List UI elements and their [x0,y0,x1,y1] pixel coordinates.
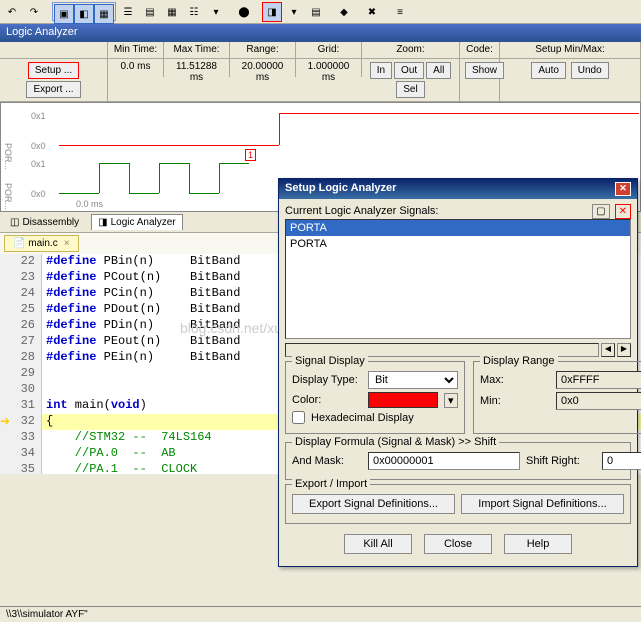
code-hdr: Code: [460,42,500,58]
formula-group: Display Formula (Signal & Mask) >> Shift… [285,442,631,480]
redo-icon[interactable]: ↷ [24,2,44,22]
list-icon[interactable]: ☷ [184,2,204,22]
display-type-label: Display Type: [292,374,362,386]
y2: 0x1 [31,159,46,169]
shift-label: Shift Right: [526,455,596,467]
undo-icon[interactable]: ↶ [2,2,22,22]
tile-v-icon[interactable]: ▤ [140,2,160,22]
shift-input[interactable] [602,452,641,470]
zoom-all-button[interactable]: All [426,62,451,79]
dialog-title-bar[interactable]: Setup Logic Analyzer ✕ [279,179,637,199]
disasm-icon: ◫ [10,217,19,228]
color-label: Color: [292,394,362,406]
setup-button[interactable]: Setup ... [28,62,79,79]
signal-display-title: Signal Display [292,355,368,367]
help-button[interactable]: Help [504,534,572,554]
tile-h-icon[interactable]: ☰ [118,2,138,22]
analyze-icon[interactable]: ◨ [262,2,282,22]
grid-hdr: Grid: [296,42,362,58]
range-val: 20.00000 ms [230,59,296,77]
y0: 0x1 [31,111,46,121]
marker-1: 1 [245,149,256,161]
tile-icon[interactable]: ▦ [94,4,114,24]
file-tab-main[interactable]: 📄 main.c× [4,235,79,252]
show-button[interactable]: Show [465,62,504,79]
scroll-left-icon[interactable]: ◀ [601,343,615,357]
color-picker[interactable] [368,392,438,408]
min-time-val: 0.0 ms [108,59,164,77]
export-import-group: Export / Import Export Signal Definition… [285,484,631,524]
dialog-title: Setup Logic Analyzer [285,182,396,196]
tab-disassembly[interactable]: ◫Disassembly [4,214,85,230]
close-icon[interactable]: × [64,238,70,249]
zoom-hdr: Zoom: [362,42,460,58]
info-values: Setup ... Export ... 0.0 ms 11.51288 ms … [0,59,641,102]
display-range-group: Display Range Max: Min: [473,361,641,434]
range-hdr: Range: [230,42,296,58]
chart-icon[interactable]: ▤ [306,2,326,22]
y1: 0x0 [31,141,46,151]
port1-label: POR... [3,143,13,170]
max-input [556,371,641,389]
color-dd-icon[interactable]: ▾ [444,393,458,408]
dd1-icon[interactable]: ▾ [206,2,226,22]
hex-checkbox[interactable] [292,411,305,424]
list-item[interactable]: PORTA [286,220,630,236]
main-toolbar: ↶ ↷ ▣ ◧ ▦ ☰ ▤ ▦ ☷ ▾ ⬤ ◨ ▾ ▤ ◆ ✖ ≡ [0,0,641,24]
zoom-out-button[interactable]: Out [394,62,424,79]
analyzer-title: Logic Analyzer [6,26,78,38]
max-time-val: 11.51288 ms [164,59,230,77]
max-label: Max: [480,374,550,386]
signal-display-group: Signal Display Display Type: Bit Color: … [285,361,465,434]
zoom-sel-button[interactable]: Sel [396,81,424,98]
and-mask-label: And Mask: [292,455,362,467]
undo-button[interactable]: Undo [571,62,609,79]
min-label: Min: [480,395,550,407]
and-mask-input[interactable] [368,452,520,470]
export-button[interactable]: Export ... [26,81,80,98]
list-item[interactable]: PORTA [286,236,630,252]
bug-icon[interactable]: ◆ [334,2,354,22]
close-icon[interactable]: ✕ [615,182,631,196]
sort-icon[interactable]: ≡ [390,2,410,22]
tab-logic-analyzer[interactable]: ◨Logic Analyzer [91,214,183,230]
hex-label: Hexadecimal Display [311,412,414,424]
max-time-hdr: Max Time: [164,42,230,58]
info-header: Min Time: Max Time: Range: Grid: Zoom: C… [0,42,641,59]
x0: 0.0 ms [76,199,103,209]
export-import-title: Export / Import [292,478,370,490]
close-button[interactable]: Close [424,534,492,554]
cascade-icon[interactable]: ◧ [74,4,94,24]
auto-button[interactable]: Auto [531,62,566,79]
wave-icon: ◨ [98,217,107,228]
signals-label: Current Logic Analyzer Signals: [285,205,631,217]
file-icon: 📄 [13,238,25,249]
wave-icon[interactable]: ▾ [284,2,304,22]
scroll-right-icon[interactable]: ▶ [617,343,631,357]
min-time-hdr: Min Time: [108,42,164,58]
delete-signal-icon[interactable]: ✕ [615,204,631,219]
kill-all-button[interactable]: Kill All [344,534,412,554]
setup-hdr: Setup Min/Max: [500,42,641,58]
y3: 0x0 [31,189,46,199]
zoom-in-button[interactable]: In [370,62,392,79]
display-type-select[interactable]: Bit [368,371,458,389]
record-icon[interactable]: ⬤ [234,2,254,22]
grid-val: 1.000000 ms [296,59,362,77]
port2-label: POR... [3,183,13,210]
tools-icon[interactable]: ✖ [362,2,382,22]
new-signal-icon[interactable]: ▢ [592,204,609,219]
status-bar: \\3\\simulator AYF" [0,606,641,622]
display-range-title: Display Range [480,355,558,367]
formula-title: Display Formula (Signal & Mask) >> Shift [292,436,499,448]
window-icon[interactable]: ▣ [54,4,74,24]
grid-icon[interactable]: ▦ [162,2,182,22]
min-input [556,392,641,410]
signals-list[interactable]: PORTA PORTA [285,219,631,339]
export-defs-button[interactable]: Export Signal Definitions... [292,494,455,514]
import-defs-button[interactable]: Import Signal Definitions... [461,494,624,514]
analyzer-title-bar: Logic Analyzer [0,24,641,42]
setup-dialog: Setup Logic Analyzer ✕ ▢ ✕ Current Logic… [278,178,638,567]
